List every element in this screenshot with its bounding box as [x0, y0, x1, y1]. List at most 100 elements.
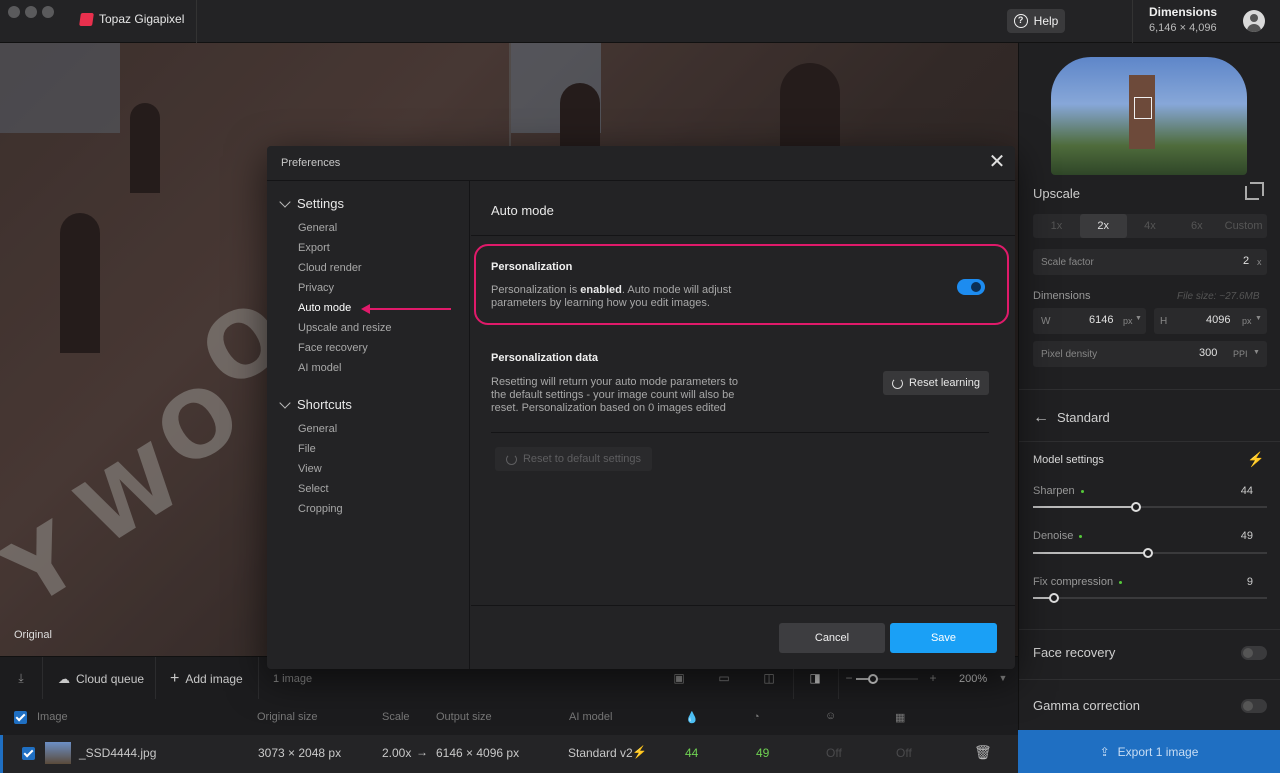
- col-output-size: Output size: [436, 711, 492, 723]
- sidebar-item-shortcuts-select[interactable]: Select: [298, 483, 329, 495]
- pixel-density-field[interactable]: Pixel density 300 PPI ▼: [1033, 341, 1267, 367]
- close-window-button[interactable]: [8, 6, 20, 18]
- reset-default-label: Reset to default settings: [522, 453, 641, 465]
- cloud-queue-label: Cloud queue: [76, 671, 145, 686]
- preferences-content: Auto mode Personalization Personalizatio…: [471, 181, 1015, 669]
- table-row[interactable]: _SSD4444.jpg 3073 × 2048 px 2.00x → 6146…: [0, 735, 1018, 773]
- trash-icon[interactable]: 🗑: [974, 744, 992, 761]
- collapse-list-icon[interactable]: ⤓: [14, 671, 28, 685]
- export-button[interactable]: ⇪ Export 1 image: [1018, 730, 1280, 773]
- help-button[interactable]: ? Help: [1007, 9, 1065, 33]
- sidebar-item-ai-model[interactable]: AI model: [298, 362, 341, 374]
- pixel-density-chevron-icon[interactable]: ▼: [1253, 349, 1260, 356]
- side-by-side-view-icon[interactable]: ◨: [808, 671, 822, 685]
- panel-divider: [1019, 441, 1280, 442]
- reset-learning-button[interactable]: Reset learning: [883, 371, 989, 395]
- single-view-icon[interactable]: ▭: [717, 671, 731, 685]
- image-table-header: Image Original size Scale Output size AI…: [0, 699, 1018, 735]
- fix-compression-slider[interactable]: [1033, 593, 1267, 603]
- zoom-slider-knob[interactable]: [868, 674, 878, 684]
- zoom-slider[interactable]: [856, 674, 918, 684]
- save-button[interactable]: Save: [890, 623, 997, 653]
- gamma-correction-label: Gamma correction: [1033, 698, 1140, 713]
- height-field[interactable]: H 4096 px ▼: [1154, 308, 1267, 334]
- toolbar-separator: [42, 657, 43, 700]
- chevron-down-icon: [279, 195, 291, 208]
- gamma-correction-toggle[interactable]: [1241, 699, 1267, 713]
- sidebar-item-shortcuts-general[interactable]: General: [298, 423, 337, 435]
- refresh-icon: [505, 453, 517, 465]
- height-unit-chevron-icon[interactable]: ▼: [1255, 315, 1262, 322]
- face-detect-view-icon[interactable]: ▣: [672, 671, 686, 685]
- auto-dot-icon: [1079, 534, 1083, 538]
- scale-option-2x[interactable]: 2x: [1079, 214, 1127, 238]
- sidebar-item-cloud-render[interactable]: Cloud render: [298, 262, 362, 274]
- add-image-button[interactable]: + Add image: [170, 657, 243, 700]
- user-avatar[interactable]: [1243, 10, 1265, 32]
- sidebar-item-auto-mode[interactable]: Auto mode: [298, 302, 351, 314]
- fix-compression-slider-knob[interactable]: [1049, 593, 1060, 603]
- export-icon: ⇪: [1099, 744, 1110, 759]
- app-logo: Topaz Gigapixel: [79, 12, 184, 26]
- face-recovery-toggle[interactable]: [1241, 646, 1267, 660]
- personalization-status: enabled: [580, 284, 622, 296]
- sidebar-item-face-recovery[interactable]: Face recovery: [298, 342, 368, 354]
- reset-default-button[interactable]: Reset to default settings: [495, 447, 652, 471]
- row-scale: 2.00x: [382, 746, 412, 760]
- width-field[interactable]: W 6146 px ▼: [1033, 308, 1146, 334]
- sidebar-item-general[interactable]: General: [298, 222, 337, 234]
- sharpen-slider[interactable]: [1033, 502, 1267, 512]
- scale-option-6x[interactable]: 6x: [1173, 214, 1220, 238]
- add-image-label: Add image: [185, 671, 243, 686]
- personalization-toggle[interactable]: [957, 279, 985, 295]
- personalization-data-title: Personalization data: [491, 352, 598, 364]
- scale-option-4x[interactable]: 4x: [1127, 214, 1174, 238]
- zoom-out-icon[interactable]: −: [842, 671, 856, 685]
- row-original-size: 3073 × 2048 px: [258, 746, 342, 760]
- sidebar-item-shortcuts-cropping[interactable]: Cropping: [298, 503, 343, 515]
- crop-icon[interactable]: [1245, 182, 1264, 200]
- shortcuts-group-toggle[interactable]: Shortcuts: [279, 396, 352, 412]
- sidebar-item-export[interactable]: Export: [298, 242, 330, 254]
- sidebar-item-upscale-resize[interactable]: Upscale and resize: [298, 322, 392, 334]
- refresh-icon: [892, 377, 904, 389]
- width-unit-chevron-icon[interactable]: ▼: [1135, 315, 1142, 322]
- select-all-checkbox[interactable]: [14, 711, 27, 724]
- sidebar-item-shortcuts-file[interactable]: File: [298, 443, 316, 455]
- denoise-slider[interactable]: [1033, 548, 1267, 558]
- navigator-viewport-frame[interactable]: [1134, 97, 1152, 119]
- sharpen-value: 44: [1240, 485, 1253, 497]
- scale-factor-field[interactable]: Scale factor 2 x: [1033, 249, 1267, 275]
- row-output-size: 6146 × 4096 px: [436, 746, 520, 760]
- close-icon[interactable]: ✕: [987, 152, 1007, 172]
- split-view-icon[interactable]: ◫: [762, 671, 776, 685]
- auto-mode-bolt-icon[interactable]: ⚡: [1247, 451, 1264, 468]
- sidebar-item-privacy[interactable]: Privacy: [298, 282, 334, 294]
- shortcuts-group-label: Shortcuts: [297, 397, 352, 412]
- settings-group-toggle[interactable]: Settings: [279, 195, 344, 211]
- denoise-slider-knob[interactable]: [1142, 548, 1153, 558]
- auto-dot-icon: [1080, 489, 1084, 493]
- cancel-button[interactable]: Cancel: [779, 623, 885, 653]
- scale-option-1x[interactable]: 1x: [1033, 214, 1080, 238]
- scale-option-custom[interactable]: Custom: [1220, 214, 1267, 238]
- zoom-chevron-icon[interactable]: ▼: [996, 671, 1010, 685]
- cloud-queue-button[interactable]: ☁ Cloud queue: [58, 657, 144, 700]
- navigator-thumbnail[interactable]: [1051, 57, 1247, 175]
- file-size: File size: ~27.6MB: [1177, 291, 1260, 302]
- zoom-in-icon[interactable]: +: [926, 671, 940, 685]
- back-arrow-icon[interactable]: ←: [1033, 409, 1049, 427]
- reset-learning-label: Reset learning: [909, 377, 980, 389]
- row-checkbox[interactable]: [22, 747, 35, 760]
- fix-compression-label-text: Fix compression: [1033, 576, 1114, 588]
- settings-group-label: Settings: [297, 196, 344, 211]
- zoom-window-button[interactable]: [42, 6, 54, 18]
- row-sharpen: 44: [685, 746, 699, 760]
- toolbar-separator: [155, 657, 156, 700]
- sidebar-item-shortcuts-view[interactable]: View: [298, 463, 322, 475]
- sharpen-slider-knob[interactable]: [1130, 502, 1141, 512]
- title-bar: Topaz Gigapixel ? Help Dimensions 6,146 …: [0, 0, 1280, 43]
- minimize-window-button[interactable]: [25, 6, 37, 18]
- col-sharpen-icon: 💧: [685, 712, 699, 724]
- toolbar-separator: [258, 657, 259, 700]
